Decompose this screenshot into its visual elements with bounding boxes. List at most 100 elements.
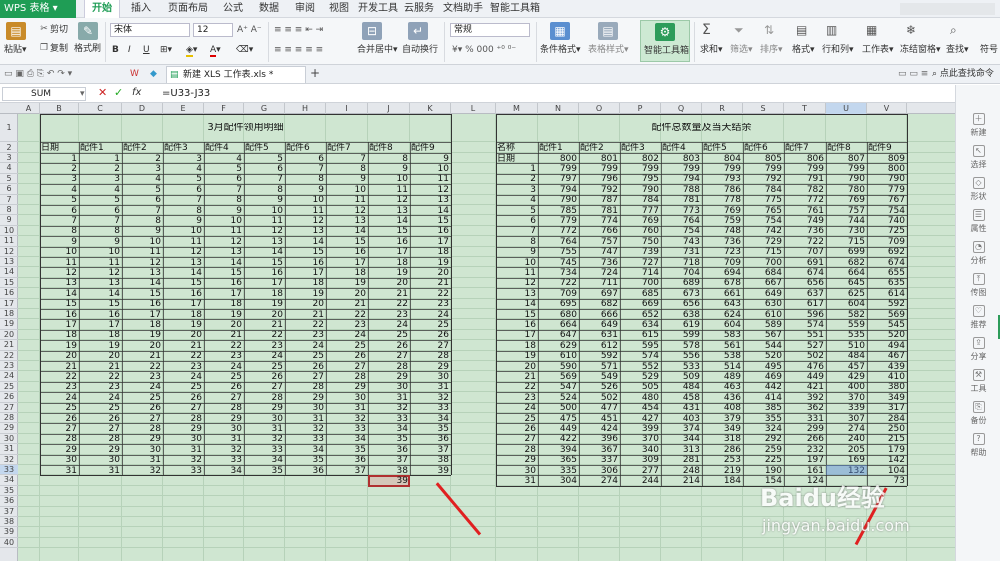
table-cell[interactable]: 567 [743, 330, 784, 340]
row-header[interactable]: 28 [0, 413, 18, 424]
table-cell[interactable]: 23 [496, 393, 538, 403]
wrap-icon[interactable]: ↵ [408, 22, 428, 40]
table-cell[interactable]: 736 [702, 237, 743, 247]
table-cell[interactable]: 754 [661, 226, 702, 236]
table-cell[interactable]: 769 [702, 206, 743, 216]
table-cell[interactable]: 442 [743, 382, 784, 392]
table-cell[interactable]: 9 [410, 154, 451, 164]
table-cell[interactable]: 16 [79, 310, 122, 320]
row-header[interactable]: 34 [0, 475, 18, 486]
row-header[interactable]: 40 [0, 538, 18, 549]
table-cell[interactable]: 9 [163, 216, 204, 226]
table-cell[interactable]: 27 [285, 372, 326, 382]
row-header[interactable]: 3 [0, 153, 18, 164]
table-cell[interactable]: 707 [784, 247, 826, 257]
table-cell[interactable]: 31 [368, 393, 410, 403]
table-cell[interactable]: 7 [163, 195, 204, 205]
table-cell[interactable]: 484 [661, 382, 702, 392]
sidebar-item[interactable]: ⚒ 工具 [956, 369, 1000, 394]
column-header[interactable]: A [18, 103, 40, 114]
table-cell[interactable]: 340 [620, 445, 661, 455]
view-icons[interactable]: ▭ ▭ ≡ [898, 68, 928, 80]
table-cell[interactable]: 30 [204, 424, 244, 434]
table-cell[interactable]: 18 [244, 289, 285, 299]
filter-icon[interactable]: ⏷ [734, 24, 744, 36]
column-header[interactable]: E [163, 103, 204, 114]
table-cell[interactable]: 214 [661, 476, 702, 486]
table-cell[interactable]: 32 [204, 445, 244, 455]
document-tab[interactable]: ▤ 新建 XLS 工作表.xls * [166, 66, 306, 83]
table-cell[interactable]: 日期 [496, 154, 538, 164]
table-cell[interactable]: 711 [579, 278, 620, 288]
table-cell[interactable]: 5 [204, 164, 244, 174]
table-cell[interactable]: 24 [285, 341, 326, 351]
table-cell[interactable]: 29 [496, 455, 538, 465]
table-cell[interactable]: 331 [784, 414, 826, 424]
table-cell[interactable]: 17 [285, 268, 326, 278]
menu-tab[interactable]: 数据 [252, 0, 286, 18]
table-cell[interactable]: 34 [244, 455, 285, 465]
table-cell[interactable]: 8 [244, 185, 285, 195]
table-cell[interactable]: 27 [122, 414, 163, 424]
table-cell[interactable]: 664 [538, 320, 579, 330]
table-cell[interactable]: 2 [496, 174, 538, 184]
table-cell[interactable]: 7 [204, 185, 244, 195]
table-cell[interactable]: 7 [79, 216, 122, 226]
cloud-icon[interactable]: ◆ [150, 68, 157, 80]
table-cell[interactable]: 30 [79, 455, 122, 465]
freeze-icon[interactable]: ❄ [906, 24, 916, 36]
table-cell[interactable]: 29 [326, 382, 368, 392]
table-cell[interactable]: 16 [204, 278, 244, 288]
table-cell[interactable]: 6 [204, 174, 244, 184]
table-cell[interactable]: 385 [743, 403, 784, 413]
table-cell[interactable]: 32 [368, 403, 410, 413]
row-header[interactable]: 33 [0, 465, 18, 476]
table-cell[interactable]: 22 [410, 289, 451, 299]
table-cell[interactable]: 19 [122, 330, 163, 340]
fill-color-button[interactable]: ◈▾ [186, 44, 197, 57]
table-cell[interactable]: 674 [867, 258, 907, 268]
table-cell[interactable]: 781 [661, 195, 702, 205]
table-cell[interactable]: 10 [410, 164, 451, 174]
table-cell[interactable]: 484 [826, 351, 867, 361]
row-header[interactable]: 35 [0, 486, 18, 497]
table-cell[interactable]: 502 [784, 351, 826, 361]
table-cell[interactable]: 23 [285, 330, 326, 340]
table-cell[interactable]: 10 [204, 216, 244, 226]
table-cell[interactable]: 509 [661, 372, 702, 382]
table-cell[interactable]: 16 [285, 258, 326, 268]
table-cell[interactable]: 33 [285, 434, 326, 444]
table-cell[interactable]: 10 [40, 247, 79, 257]
column-header[interactable]: L [451, 103, 496, 114]
table-cell[interactable]: 15 [163, 278, 204, 288]
table-cell[interactable]: 317 [867, 403, 907, 413]
table-cell[interactable]: 23 [40, 382, 79, 392]
table-cell[interactable]: 365 [538, 455, 579, 465]
table-cell[interactable]: 804 [702, 154, 743, 164]
table-cell[interactable]: 10 [368, 174, 410, 184]
table-cell[interactable]: 6 [244, 164, 285, 174]
table-cell[interactable]: 29 [410, 362, 451, 372]
table-cell[interactable]: 592 [579, 351, 620, 361]
paste-button[interactable]: 粘贴▾ [4, 44, 27, 56]
table-cell[interactable]: 24 [326, 330, 368, 340]
table-cell[interactable]: 6 [122, 195, 163, 205]
table-cell[interactable]: 500 [538, 403, 579, 413]
table-cell[interactable]: 197 [784, 455, 826, 465]
freeze-button[interactable]: 冻结窗格▾ [900, 44, 941, 56]
table-cell[interactable]: 22 [204, 341, 244, 351]
table-cell[interactable]: 757 [579, 237, 620, 247]
table-cell[interactable]: 9 [368, 164, 410, 174]
table-cell[interactable]: 802 [620, 154, 661, 164]
row-header[interactable]: 9 [0, 215, 18, 226]
table-cell[interactable]: 16 [244, 268, 285, 278]
table-cell[interactable]: 24 [410, 310, 451, 320]
row-header[interactable]: 29 [0, 423, 18, 434]
table-cell[interactable]: 742 [743, 226, 784, 236]
table-cell[interactable]: 26 [163, 393, 204, 403]
table-cell[interactable]: 750 [620, 237, 661, 247]
table-cell[interactable]: 547 [538, 382, 579, 392]
table-cell[interactable]: 13 [368, 206, 410, 216]
table-cell[interactable]: 19 [79, 341, 122, 351]
table-cell[interactable]: 26 [204, 382, 244, 392]
